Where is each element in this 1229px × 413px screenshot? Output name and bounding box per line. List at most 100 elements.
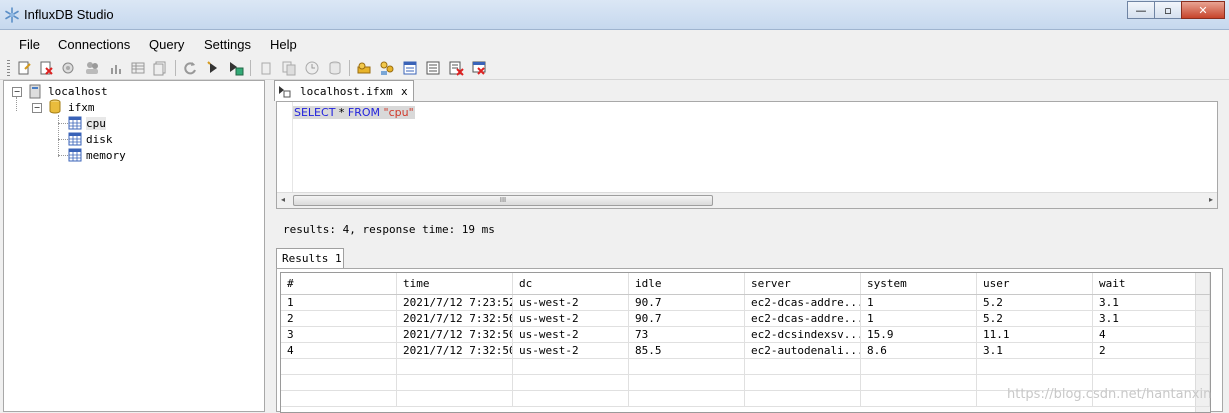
- table-row[interactable]: 1 2021/7/12 7:23:52 us-west-2 90.7 ec2-dcas-…: [281, 295, 1210, 311]
- list-icon[interactable]: [402, 60, 418, 76]
- connection-tree[interactable]: − localhost − ifxm cpu disk memory: [3, 80, 265, 412]
- column-header[interactable]: dc: [513, 273, 629, 294]
- window-title: InfluxDB Studio: [24, 7, 114, 22]
- query-editor[interactable]: SELECT * FROM "cpu" ◂ III ▸: [276, 101, 1218, 209]
- collapse-toggle[interactable]: −: [32, 103, 42, 113]
- table-cell: ec2-dcsindexsv...: [745, 327, 861, 342]
- table-row[interactable]: 4 2021/7/12 7:32:50 us-west-2 85.5 ec2-autod…: [281, 343, 1210, 359]
- table-cell: us-west-2: [513, 343, 629, 358]
- close-button[interactable]: ✕: [1181, 1, 1225, 19]
- column-header[interactable]: wait: [1093, 273, 1210, 294]
- tab-close-button[interactable]: x: [401, 85, 408, 98]
- pane-splitter[interactable]: [265, 80, 271, 412]
- users-icon[interactable]: [84, 60, 100, 76]
- table-icon[interactable]: [130, 60, 146, 76]
- table-cell: [281, 391, 397, 406]
- clock-icon[interactable]: [304, 60, 320, 76]
- table-icon: [68, 148, 82, 162]
- table-cell: 1: [281, 295, 397, 310]
- title-bar: InfluxDB Studio — ▫ ✕: [0, 0, 1229, 30]
- list-detail-icon[interactable]: [425, 60, 441, 76]
- table-cell: 1: [861, 295, 977, 310]
- table-cell: [397, 375, 513, 390]
- query-text[interactable]: SELECT * FROM "cpu": [293, 106, 415, 119]
- column-header[interactable]: time: [397, 273, 513, 294]
- table-row[interactable]: 3 2021/7/12 7:32:50 us-west-2 73 ec2-dcsinde…: [281, 327, 1210, 343]
- column-header[interactable]: idle: [629, 273, 745, 294]
- table-cell: [861, 391, 977, 406]
- grid-header-row: # time dc idle server system user wait: [281, 273, 1210, 295]
- column-header[interactable]: user: [977, 273, 1093, 294]
- menu-query[interactable]: Query: [149, 37, 184, 52]
- table-cell: [629, 359, 745, 374]
- table-cell: [629, 375, 745, 390]
- window-controls: — ▫ ✕: [1127, 1, 1225, 19]
- scroll-left-arrow[interactable]: ◂: [281, 195, 285, 204]
- table-cell: 90.7: [629, 295, 745, 310]
- table-cell: [745, 375, 861, 390]
- toolbar-grip[interactable]: [7, 60, 10, 76]
- table-cell: 5.2: [977, 311, 1093, 326]
- paste-icon[interactable]: [281, 60, 297, 76]
- refresh-icon[interactable]: [182, 60, 198, 76]
- table-cell: 2: [1093, 343, 1210, 358]
- table-cell: 2021/7/12 7:32:50: [397, 311, 513, 326]
- table-cell: [513, 359, 629, 374]
- close-table-icon[interactable]: [471, 60, 487, 76]
- document-tab-strip: localhost.ifxm x: [272, 80, 1229, 101]
- table-cell: [397, 391, 513, 406]
- scroll-right-arrow[interactable]: ▸: [1209, 195, 1213, 204]
- delete-table-icon[interactable]: [448, 60, 464, 76]
- table-cell: 8.6: [861, 343, 977, 358]
- column-header[interactable]: #: [281, 273, 397, 294]
- run-all-icon[interactable]: [228, 60, 244, 76]
- tab-results-1[interactable]: Results 1: [276, 248, 344, 269]
- table-cell: 4: [281, 343, 397, 358]
- backup-icon[interactable]: [60, 60, 76, 76]
- tab-query-localhost-ifxm[interactable]: localhost.ifxm x: [274, 80, 414, 101]
- keys-icon[interactable]: [379, 60, 395, 76]
- chart-icon[interactable]: [108, 60, 124, 76]
- editor-horizontal-scrollbar[interactable]: ◂ III ▸: [277, 192, 1217, 208]
- table-cell: ec2-dcas-addre...: [745, 295, 861, 310]
- tree-server-node[interactable]: localhost: [48, 85, 108, 98]
- toolbar-separator: [349, 60, 350, 76]
- import-icon[interactable]: [152, 60, 168, 76]
- table-cell: us-west-2: [513, 311, 629, 326]
- table-cell: 2021/7/12 7:32:50: [397, 343, 513, 358]
- tree-measurement-memory[interactable]: memory: [86, 149, 126, 162]
- scroll-thumb[interactable]: III: [293, 195, 713, 206]
- collapse-toggle[interactable]: −: [12, 87, 22, 97]
- table-icon: [68, 116, 82, 130]
- toolbar-separator: [175, 60, 176, 76]
- table-cell: us-west-2: [513, 295, 629, 310]
- column-header[interactable]: system: [861, 273, 977, 294]
- table-cell: [745, 359, 861, 374]
- table-cell: 1: [861, 311, 977, 326]
- maximize-button[interactable]: ▫: [1154, 1, 1182, 19]
- table-row[interactable]: 2 2021/7/12 7:32:50 us-west-2 90.7 ec2-dcas-…: [281, 311, 1210, 327]
- tree-database-node[interactable]: ifxm: [68, 101, 95, 114]
- menu-settings[interactable]: Settings: [204, 37, 251, 52]
- menu-help[interactable]: Help: [270, 37, 297, 52]
- run-icon[interactable]: [205, 60, 221, 76]
- column-header[interactable]: server: [745, 273, 861, 294]
- tree-measurement-cpu[interactable]: cpu: [86, 117, 106, 130]
- new-query-icon[interactable]: [16, 60, 32, 76]
- empty-row: [281, 359, 1210, 375]
- table-cell: 3.1: [1093, 295, 1210, 310]
- menu-file[interactable]: File: [19, 37, 40, 52]
- table-cell: 11.1: [977, 327, 1093, 342]
- server-icon: [29, 84, 41, 99]
- table-cell: 2: [281, 311, 397, 326]
- menu-connections[interactable]: Connections: [58, 37, 130, 52]
- key-icon[interactable]: [356, 60, 372, 76]
- table-cell: [861, 375, 977, 390]
- copy-icon[interactable]: [258, 60, 274, 76]
- database-icon[interactable]: [327, 60, 343, 76]
- tree-line: [58, 139, 68, 141]
- delete-icon[interactable]: [38, 60, 54, 76]
- tree-measurement-disk[interactable]: disk: [86, 133, 113, 146]
- table-cell: [513, 375, 629, 390]
- minimize-button[interactable]: —: [1127, 1, 1155, 19]
